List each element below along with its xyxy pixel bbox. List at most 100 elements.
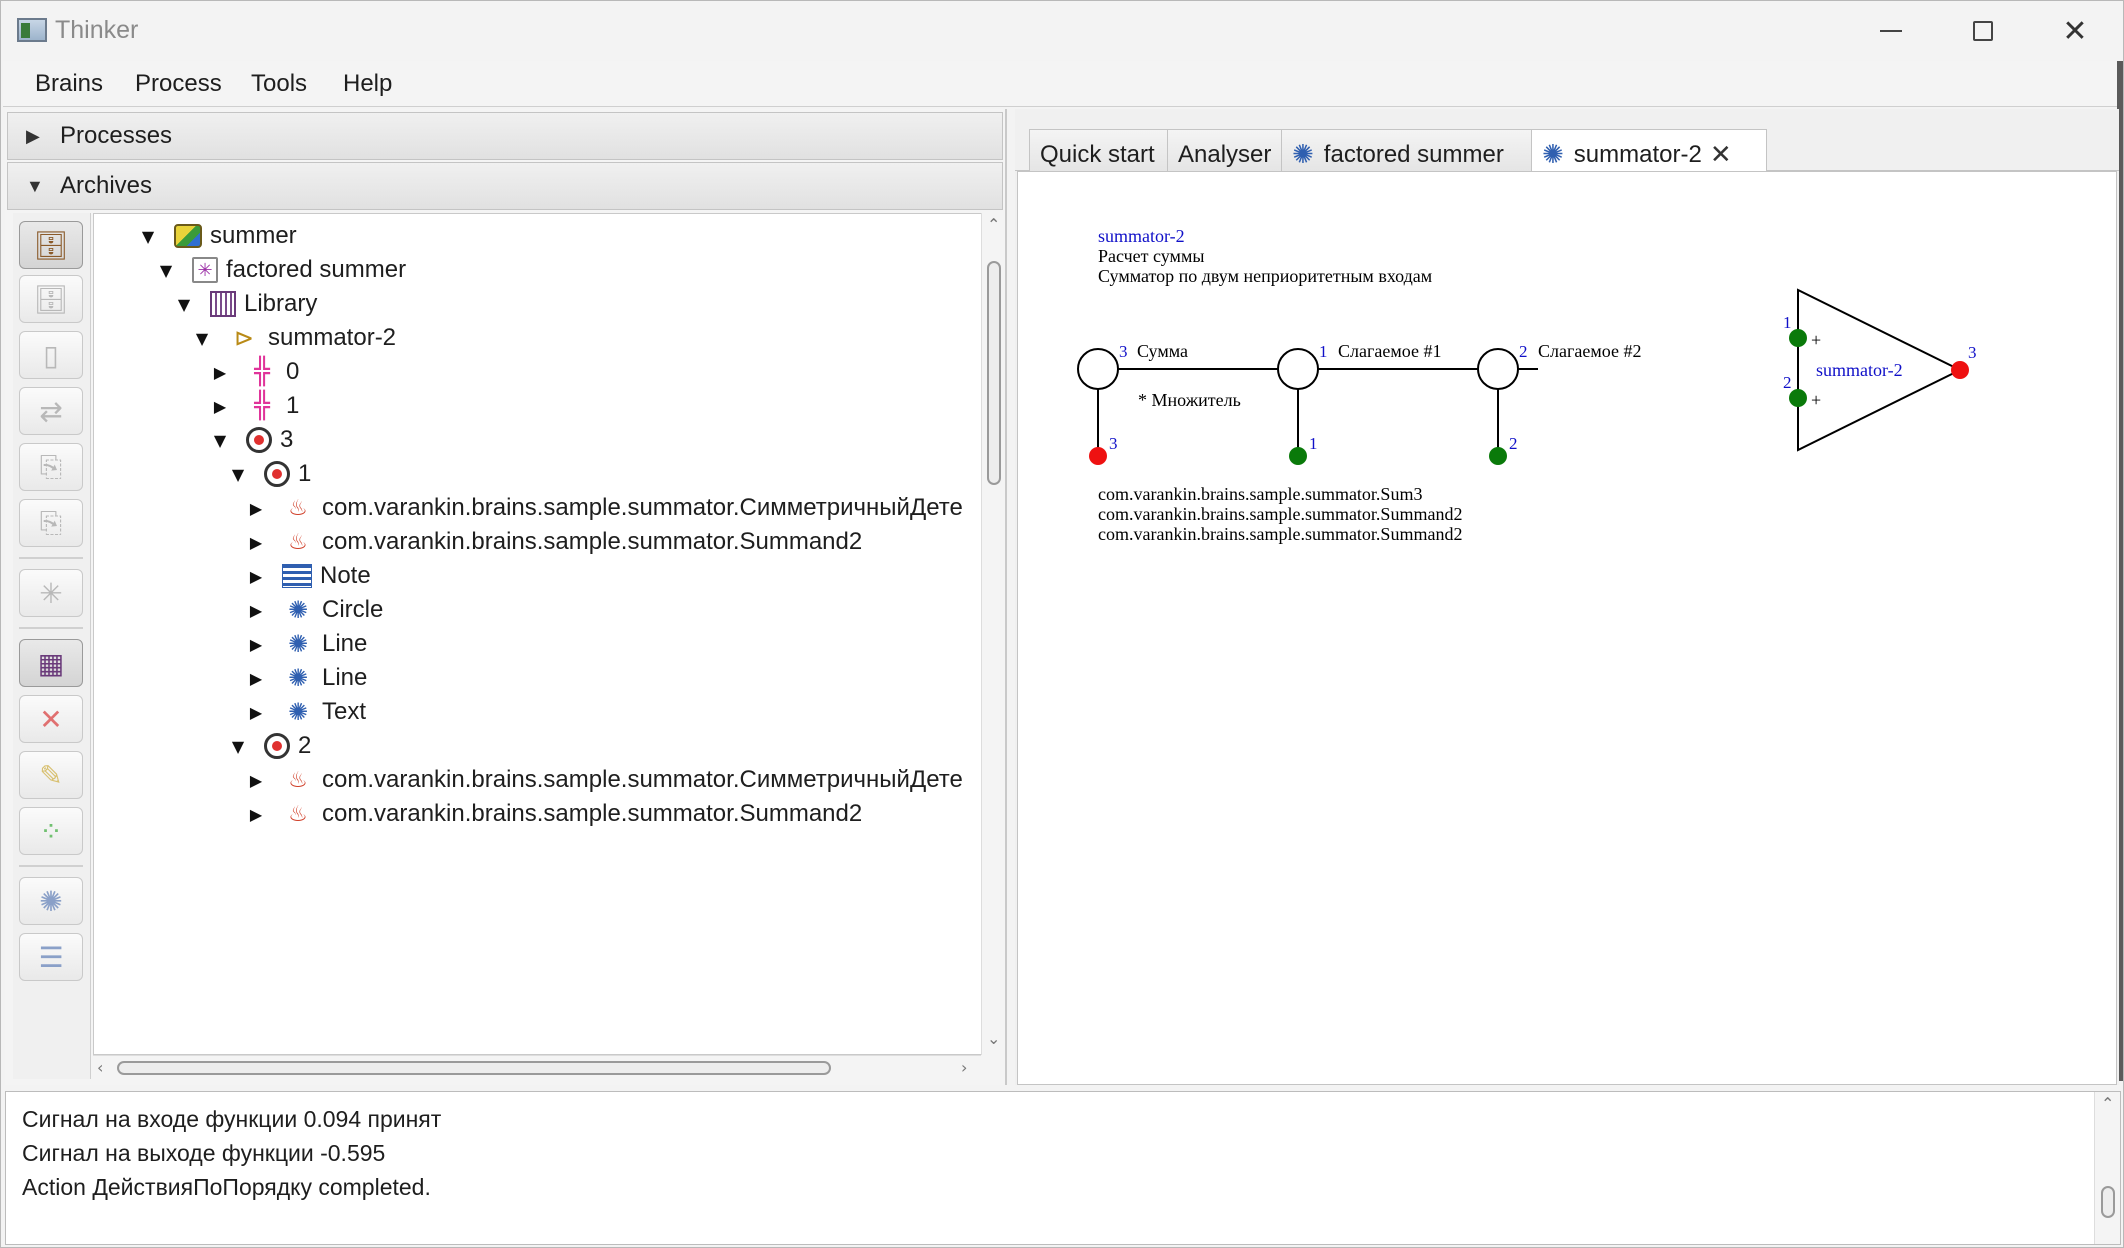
note-list-button[interactable]: ☰	[19, 933, 83, 981]
scroll-thumb[interactable]	[117, 1061, 831, 1075]
tree-node-label: 2	[298, 732, 312, 759]
import-button[interactable]: ⎘	[19, 443, 83, 491]
expanded-arrow-icon[interactable]: ▼	[174, 295, 194, 314]
expanded-arrow-icon[interactable]: ▼	[228, 737, 248, 756]
console-line: Сигнал на входе функции 0.094 принят	[22, 1106, 442, 1132]
scroll-right-icon[interactable]: ›	[961, 1058, 967, 1077]
expanded-arrow-icon[interactable]: ▼	[228, 465, 248, 484]
processes-section-header[interactable]: ▶ Processes	[7, 112, 1003, 160]
factory-arrow-button[interactable]: ✳	[19, 569, 83, 617]
input-pin-dot[interactable]	[1789, 389, 1807, 407]
close-tab-icon[interactable]: ✕	[1710, 140, 1732, 170]
pin-dot[interactable]	[1089, 447, 1107, 465]
expanded-arrow-icon[interactable]: ▼	[210, 431, 230, 450]
collapsed-arrow-icon[interactable]: ▶	[246, 703, 266, 722]
collapsed-arrow-icon[interactable]: ▶	[246, 499, 266, 518]
console-output[interactable]: Сигнал на входе функции 0.094 принят Сиг…	[5, 1091, 2121, 1245]
node-circle[interactable]	[1477, 348, 1519, 390]
output-pin-dot[interactable]	[1951, 361, 1969, 379]
scroll-up-icon[interactable]: ⌃	[2101, 1094, 2114, 1113]
java-icon: ♨	[288, 495, 308, 521]
scroll-left-icon[interactable]: ‹	[97, 1058, 103, 1077]
diagram-description: Сумматор по двум неприоритетным входам	[1098, 266, 1432, 286]
factory-star-icon: ✳	[192, 257, 218, 283]
edit-button[interactable]: ✎	[19, 751, 83, 799]
collapsed-arrow-icon[interactable]: ▶	[246, 669, 266, 688]
export-button[interactable]: ⎘	[19, 499, 83, 547]
menu-help[interactable]: Help	[343, 70, 392, 98]
input-pin-dot[interactable]	[1789, 329, 1807, 347]
java-icon: ♨	[288, 529, 308, 555]
tree-horizontal-scrollbar[interactable]: ‹ ›	[93, 1055, 981, 1079]
collapsed-arrow-icon[interactable]: ▶	[210, 363, 230, 382]
archive-icon: 🗄	[33, 282, 69, 316]
archive-toolbar: 🗄 🗄 ▯ ⇄ ⎘ ⎘ ✳ ▦ ✕ ✎ ⁘ ✺ ☰	[13, 213, 91, 1079]
eye-icon: ✺	[1292, 139, 1314, 170]
exchange-button[interactable]: ⇄	[19, 387, 83, 435]
tree-node-label: Note	[320, 562, 371, 589]
collapsed-arrow-icon[interactable]: ▶	[246, 601, 266, 620]
delete-button[interactable]: ✕	[19, 695, 83, 743]
pin-number: 2	[1509, 434, 1518, 453]
eye-icon: ✺	[287, 596, 309, 624]
tree-node-label: 3	[280, 426, 294, 453]
pin-dot[interactable]	[1489, 447, 1507, 465]
document-button[interactable]: ▯	[19, 331, 83, 379]
view-button[interactable]: ✺	[19, 877, 83, 925]
archive-open-button[interactable]: 🗄	[19, 221, 83, 269]
library-button[interactable]: ▦	[19, 639, 83, 687]
scroll-up-icon[interactable]: ⌃	[987, 215, 1000, 234]
import-icon: ⎘	[39, 450, 63, 483]
menu-tools[interactable]: Tools	[251, 70, 307, 98]
expanded-arrow-icon[interactable]: ▼	[192, 329, 212, 348]
menu-process[interactable]: Process	[135, 70, 222, 98]
group-button[interactable]: ⁘	[19, 807, 83, 855]
node-circle[interactable]	[1077, 348, 1119, 390]
tree-node-label: 0	[286, 358, 300, 385]
archive-open-icon: 🗄	[33, 228, 69, 262]
tree-node-label: com.varankin.brains.sample.summator.Симм…	[322, 494, 963, 521]
factory-arrow-icon: ✳	[39, 576, 63, 610]
menu-bar: Brains Process Tools Help	[3, 61, 2123, 107]
tree-node-java-class[interactable]: ▶ ♨ com.varankin.brains.sample.summator.…	[246, 794, 862, 834]
class-name: com.varankin.brains.sample.summator.Sum3	[1098, 484, 1422, 504]
expanded-arrow-icon[interactable]: ▼	[156, 261, 176, 280]
pin-dot[interactable]	[1289, 447, 1307, 465]
scroll-thumb[interactable]	[2101, 1186, 2115, 1218]
diagram-canvas[interactable]: summator-2 Расчет суммы Сумматор по двум…	[1017, 171, 2117, 1085]
plus-sign: +	[1811, 390, 1821, 410]
java-icon: ♨	[288, 801, 308, 827]
tab-strip: Quick start Analyser ✺ factored summer ✺…	[1015, 117, 2119, 180]
input-number: 1	[1783, 313, 1792, 332]
maximize-button[interactable]	[1953, 11, 2013, 51]
archive-button[interactable]: 🗄	[19, 275, 83, 323]
title-bar: Thinker ✕	[1, 1, 2123, 59]
tree-node-label: com.varankin.brains.sample.summator.Summ…	[322, 528, 863, 555]
close-button[interactable]: ✕	[2045, 11, 2105, 51]
eye-icon: ✺	[1542, 140, 1564, 170]
menu-brains[interactable]: Brains	[35, 70, 103, 98]
scroll-down-icon[interactable]: ⌄	[987, 1029, 1000, 1048]
tree-node-label: Line	[322, 664, 368, 691]
target-icon	[246, 427, 272, 453]
eye-icon: ✺	[287, 698, 309, 726]
archives-section-header[interactable]: ▼ Archives	[7, 162, 1003, 210]
collapsed-arrow-icon[interactable]: ▶	[246, 567, 266, 586]
tree-vertical-scrollbar[interactable]: ⌃ ⌄	[981, 213, 1005, 1055]
app-icon	[17, 18, 47, 42]
archive-tree[interactable]: ▼ summer ▼ ✳ factored summer ▼ Library ▼…	[93, 213, 983, 1055]
collapsed-arrow-icon[interactable]: ▶	[246, 805, 266, 824]
scroll-thumb[interactable]	[987, 261, 1001, 485]
toolbar-separator	[19, 627, 83, 629]
target-icon	[264, 461, 290, 487]
collapsed-arrow-icon[interactable]: ▶	[246, 635, 266, 654]
minimize-button[interactable]	[1861, 11, 1921, 51]
toolbar-separator	[19, 865, 83, 867]
collapsed-arrow-icon[interactable]: ▶	[246, 533, 266, 552]
expanded-arrow-icon[interactable]: ▼	[138, 227, 158, 246]
collapsed-arrow-icon[interactable]: ▶	[210, 397, 230, 416]
console-scrollbar[interactable]: ⌃	[2094, 1092, 2120, 1244]
collapsed-arrow-icon[interactable]: ▶	[246, 771, 266, 790]
node-circle[interactable]	[1277, 348, 1319, 390]
console-line: Сигнал на выходе функции -0.595	[22, 1140, 386, 1166]
